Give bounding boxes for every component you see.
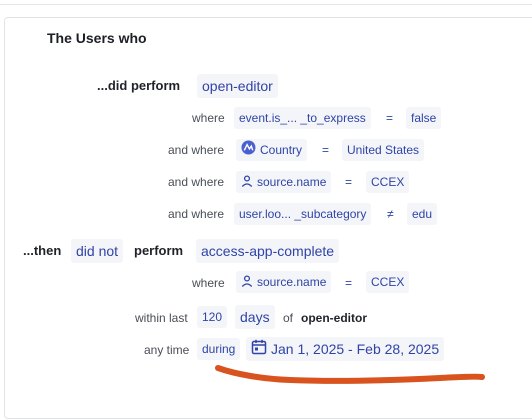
annotation-underline	[215, 365, 485, 384]
